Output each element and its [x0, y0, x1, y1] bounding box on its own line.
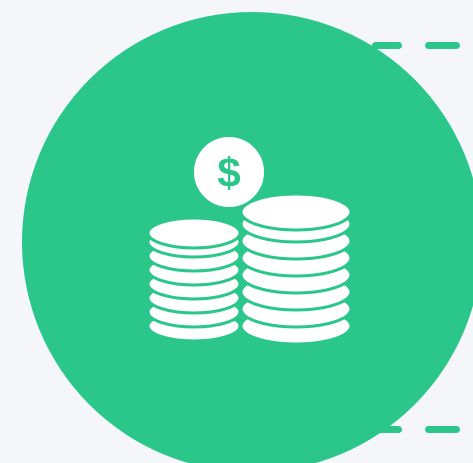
coins-illustration: $	[0, 0, 473, 463]
left-coin-stack	[146, 216, 242, 343]
dollar-sign: $	[217, 149, 240, 196]
coin-stack-icon: $	[146, 135, 353, 346]
right-coin-stack	[239, 192, 353, 346]
